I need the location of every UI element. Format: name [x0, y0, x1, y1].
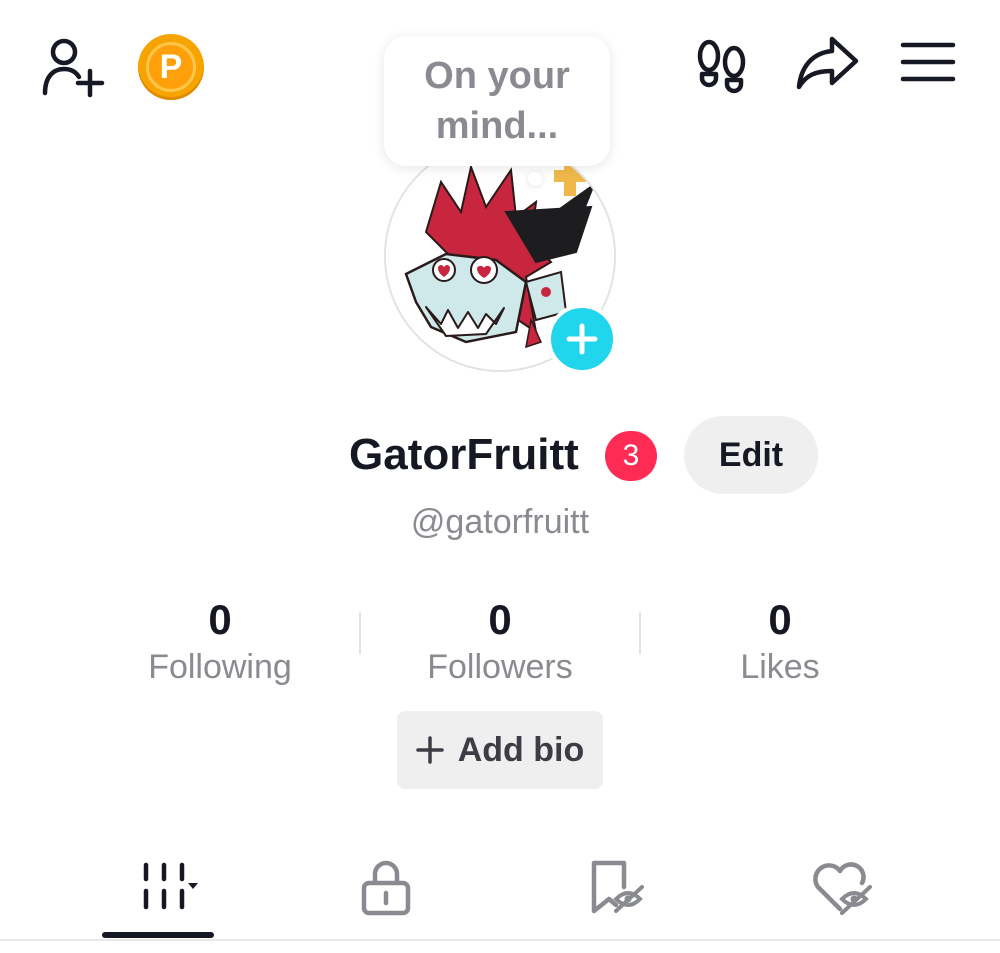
- username-handle: @gatorfruitt: [410, 503, 590, 541]
- stat-value: 0: [768, 596, 792, 643]
- tab-favorites[interactable]: [560, 852, 672, 922]
- stat-label: Likes: [740, 648, 820, 686]
- share-profile-button[interactable]: [792, 32, 862, 94]
- notification-badge[interactable]: 3: [605, 431, 657, 481]
- add-user-icon: [42, 38, 105, 98]
- stat-following[interactable]: 0 Following: [110, 596, 330, 690]
- stat-likes[interactable]: 0 Likes: [670, 596, 890, 690]
- share-arrow-icon: [796, 36, 859, 90]
- tab-videos[interactable]: [102, 852, 214, 922]
- stat-label: Following: [148, 648, 292, 686]
- coin-letter: P: [159, 47, 183, 86]
- coins-button[interactable]: P: [138, 34, 204, 100]
- tabs-divider: [0, 939, 1000, 941]
- grid-icon: [143, 862, 198, 910]
- coin-icon: P: [146, 42, 196, 92]
- footprints-icon: [697, 39, 746, 94]
- plus-icon: [415, 736, 444, 764]
- stat-divider: [639, 612, 641, 654]
- stat-divider: [359, 612, 361, 654]
- lock-icon: [361, 860, 411, 916]
- stat-value: 0: [208, 596, 232, 643]
- status-bubble[interactable]: On your mind...: [384, 36, 610, 166]
- add-bio-button[interactable]: Add bio: [397, 711, 603, 789]
- stat-label: Followers: [427, 648, 573, 686]
- status-prompt-text: On your mind...: [424, 55, 570, 147]
- bookmark-hidden-icon: [591, 860, 644, 914]
- tab-private[interactable]: [330, 852, 442, 922]
- stat-value: 0: [488, 596, 512, 643]
- add-avatar-button[interactable]: [547, 304, 617, 374]
- add-bio-label: Add bio: [457, 730, 585, 769]
- stat-followers[interactable]: 0 Followers: [390, 596, 610, 690]
- profile-views-button[interactable]: [692, 36, 752, 98]
- add-friend-button[interactable]: [36, 34, 108, 100]
- liked-hidden-icon: [813, 862, 872, 915]
- active-tab-indicator: [102, 932, 214, 938]
- menu-button[interactable]: [898, 36, 958, 88]
- edit-profile-button[interactable]: Edit: [684, 416, 818, 494]
- bubble-tail: [528, 172, 542, 186]
- tab-liked[interactable]: [786, 852, 898, 922]
- hamburger-menu-icon: [900, 42, 956, 82]
- display-name: GatorFruitt: [349, 430, 579, 479]
- plus-icon: [566, 323, 598, 355]
